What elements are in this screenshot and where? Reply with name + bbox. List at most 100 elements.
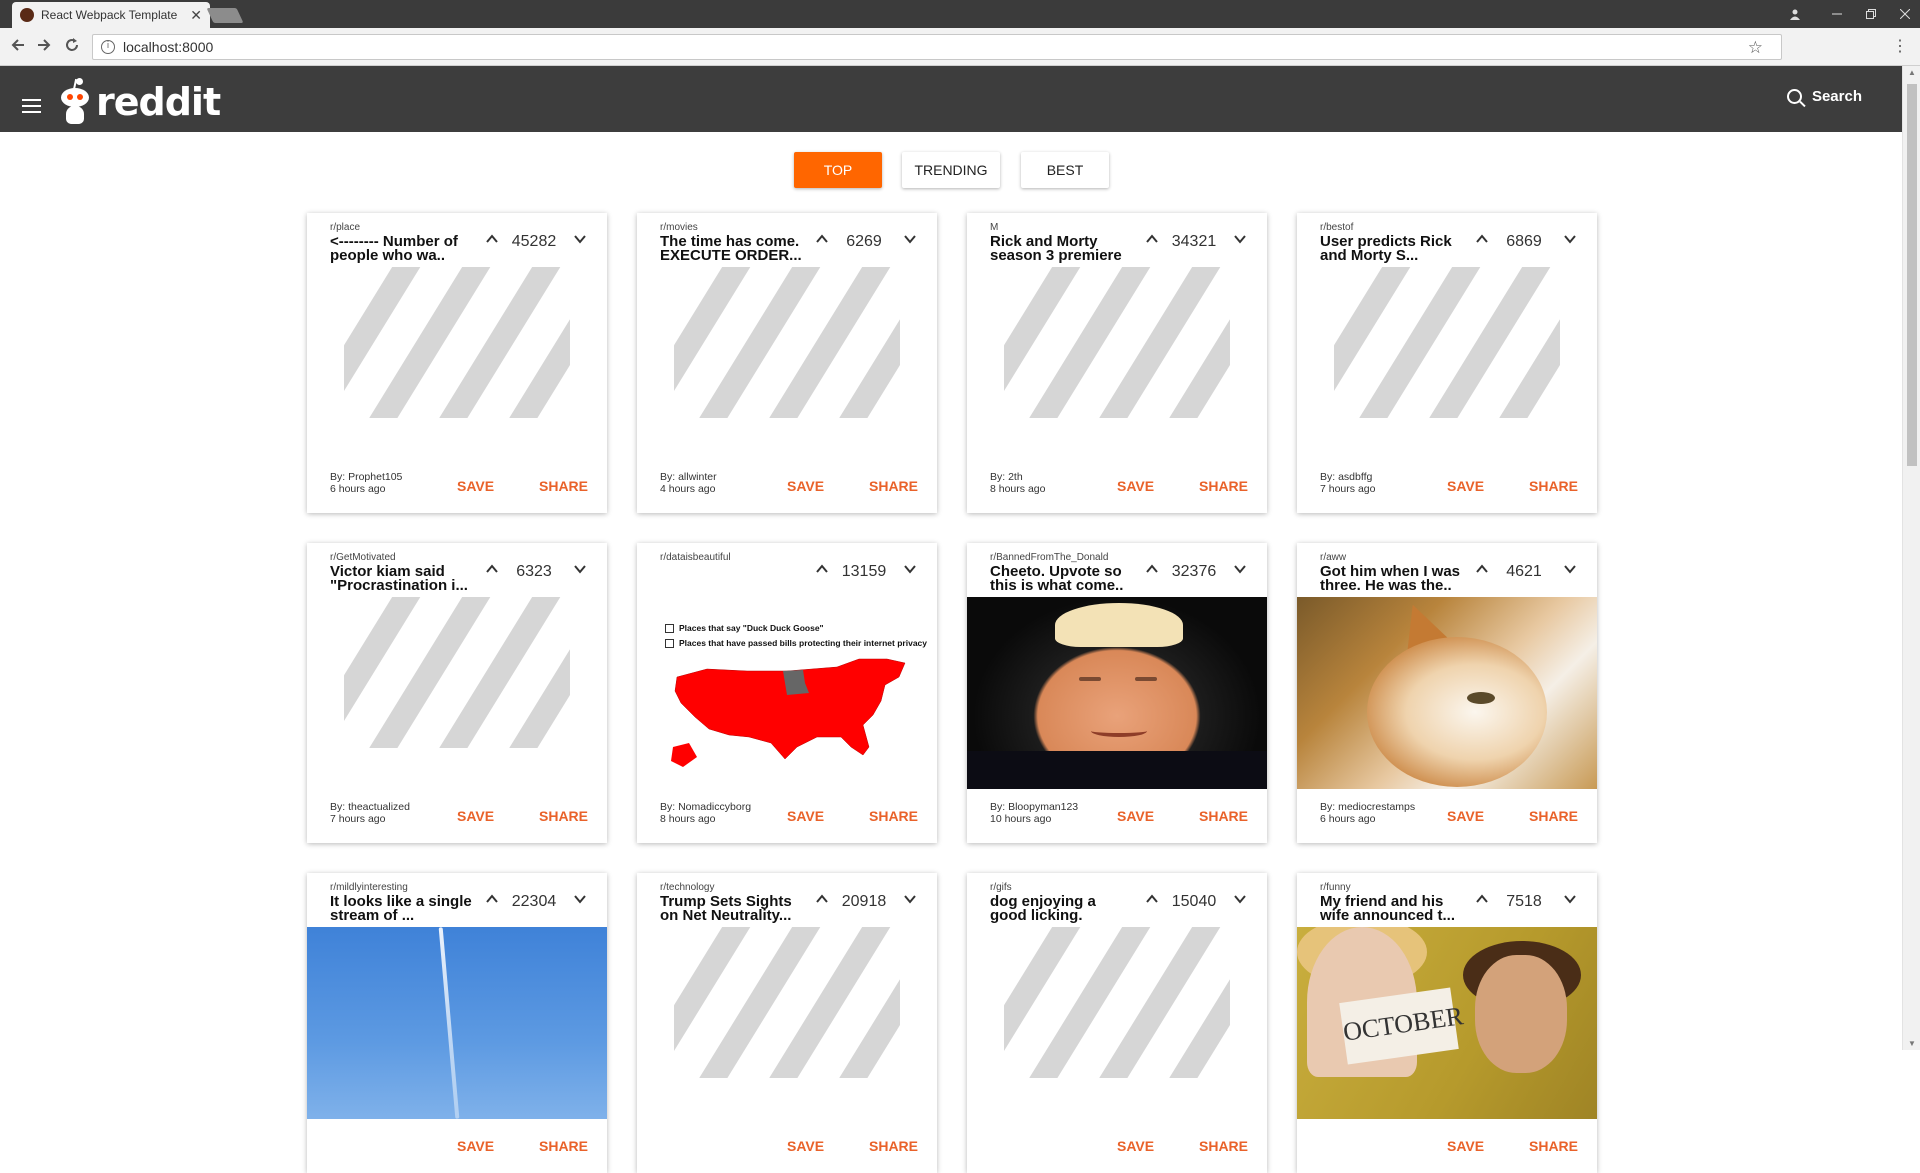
bookmark-star-icon[interactable]: ☆: [1748, 38, 1763, 58]
post-media[interactable]: [1297, 597, 1597, 789]
post-media[interactable]: Places that say "Duck Duck Goose" Places …: [637, 597, 937, 789]
post-media[interactable]: [967, 927, 1267, 1119]
downvote-icon[interactable]: [1563, 562, 1577, 576]
post-subreddit[interactable]: r/technology: [660, 882, 714, 893]
post-media[interactable]: [637, 927, 937, 1119]
save-button[interactable]: SAVE: [1447, 808, 1484, 824]
save-button[interactable]: SAVE: [457, 478, 494, 494]
close-window-icon[interactable]: [1884, 0, 1920, 28]
share-button[interactable]: SHARE: [539, 478, 588, 494]
page-scrollbar[interactable]: ▲ ▼: [1902, 66, 1920, 1050]
downvote-icon[interactable]: [1233, 562, 1247, 576]
post-subreddit[interactable]: r/BannedFromThe_Donald: [990, 552, 1108, 563]
post-title[interactable]: Trump Sets Sights on Net Neutrality...: [660, 894, 805, 923]
scroll-down-icon[interactable]: ▼: [1903, 1039, 1920, 1048]
filter-top-button[interactable]: TOP: [794, 152, 882, 188]
downvote-icon[interactable]: [1233, 232, 1247, 246]
post-card[interactable]: r/place <-------- Number of people who wa…: [307, 213, 607, 513]
post-title[interactable]: dog enjoying a good licking.: [990, 894, 1135, 923]
upvote-icon[interactable]: [485, 562, 499, 576]
downvote-icon[interactable]: [903, 232, 917, 246]
post-subreddit[interactable]: r/place: [330, 222, 360, 233]
save-button[interactable]: SAVE: [787, 478, 824, 494]
save-button[interactable]: SAVE: [1117, 1138, 1154, 1154]
post-title[interactable]: My friend and his wife announced t...: [1320, 894, 1465, 923]
share-button[interactable]: SHARE: [1529, 1138, 1578, 1154]
post-title[interactable]: It looks like a single stream of ...: [330, 894, 475, 923]
post-card[interactable]: r/movies The time has come. EXECUTE ORDER…: [637, 213, 937, 513]
upvote-icon[interactable]: [485, 232, 499, 246]
save-button[interactable]: SAVE: [1117, 478, 1154, 494]
upvote-icon[interactable]: [815, 892, 829, 906]
info-icon[interactable]: i: [101, 40, 115, 54]
save-button[interactable]: SAVE: [787, 808, 824, 824]
scroll-up-icon[interactable]: ▲: [1903, 68, 1920, 77]
upvote-icon[interactable]: [815, 562, 829, 576]
post-subreddit[interactable]: r/movies: [660, 222, 698, 233]
post-subreddit[interactable]: r/aww: [1320, 552, 1346, 563]
post-card[interactable]: r/BannedFromThe_Donald Cheeto. Upvote so …: [967, 543, 1267, 843]
share-button[interactable]: SHARE: [1199, 478, 1248, 494]
back-icon[interactable]: [8, 37, 28, 57]
post-subreddit[interactable]: M: [990, 222, 998, 233]
post-card[interactable]: M Rick and Morty season 3 premiere 34321 By…: [967, 213, 1267, 513]
filter-trending-button[interactable]: TRENDING: [902, 152, 1000, 188]
post-subreddit[interactable]: r/funny: [1320, 882, 1351, 893]
post-media[interactable]: [307, 927, 607, 1119]
post-media[interactable]: OCTOBER: [1297, 927, 1597, 1119]
post-card[interactable]: r/gifs dog enjoying a good licking. 15040 S…: [967, 873, 1267, 1173]
post-card[interactable]: r/mildlyinteresting It looks like a singl…: [307, 873, 607, 1173]
upvote-icon[interactable]: [485, 892, 499, 906]
upvote-icon[interactable]: [1475, 232, 1489, 246]
upvote-icon[interactable]: [1145, 232, 1159, 246]
scrollbar-thumb[interactable]: [1907, 84, 1917, 466]
new-tab-button[interactable]: [206, 8, 244, 23]
downvote-icon[interactable]: [573, 232, 587, 246]
upvote-icon[interactable]: [815, 232, 829, 246]
post-subreddit[interactable]: r/mildlyinteresting: [330, 882, 408, 893]
downvote-icon[interactable]: [903, 562, 917, 576]
share-button[interactable]: SHARE: [539, 1138, 588, 1154]
save-button[interactable]: SAVE: [1447, 1138, 1484, 1154]
browser-menu-icon[interactable]: ⋮: [1890, 37, 1910, 57]
post-title[interactable]: <-------- Number of people who wa..: [330, 234, 475, 263]
profile-icon[interactable]: [1774, 0, 1816, 28]
post-title[interactable]: Got him when I was three. He was the..: [1320, 564, 1465, 593]
save-button[interactable]: SAVE: [787, 1138, 824, 1154]
save-button[interactable]: SAVE: [457, 808, 494, 824]
post-media[interactable]: [637, 267, 937, 459]
share-button[interactable]: SHARE: [1199, 1138, 1248, 1154]
downvote-icon[interactable]: [1563, 232, 1577, 246]
post-card[interactable]: r/bestof User predicts Rick and Morty S..…: [1297, 213, 1597, 513]
close-tab-icon[interactable]: ✕: [190, 7, 202, 24]
post-card[interactable]: OCTOBER r/funny My friend and his wife ann…: [1297, 873, 1597, 1173]
upvote-icon[interactable]: [1475, 562, 1489, 576]
upvote-icon[interactable]: [1145, 892, 1159, 906]
share-button[interactable]: SHARE: [869, 1138, 918, 1154]
post-media[interactable]: [307, 267, 607, 459]
share-button[interactable]: SHARE: [1529, 808, 1578, 824]
downvote-icon[interactable]: [573, 562, 587, 576]
downvote-icon[interactable]: [1563, 892, 1577, 906]
downvote-icon[interactable]: [1233, 892, 1247, 906]
browser-tab[interactable]: React Webpack Template ✕: [12, 2, 210, 28]
post-media[interactable]: [307, 597, 607, 789]
post-title[interactable]: Rick and Morty season 3 premiere: [990, 234, 1135, 263]
filter-best-button[interactable]: BEST: [1021, 152, 1109, 188]
menu-icon[interactable]: [22, 99, 41, 117]
save-button[interactable]: SAVE: [1447, 478, 1484, 494]
post-title[interactable]: User predicts Rick and Morty S...: [1320, 234, 1465, 263]
post-subreddit[interactable]: r/bestof: [1320, 222, 1353, 233]
post-card[interactable]: r/technology Trump Sets Sights on Net Neu…: [637, 873, 937, 1173]
post-subreddit[interactable]: r/gifs: [990, 882, 1012, 893]
share-button[interactable]: SHARE: [1199, 808, 1248, 824]
forward-icon[interactable]: [34, 37, 54, 57]
post-card[interactable]: Places that say "Duck Duck Goose" Places …: [637, 543, 937, 843]
post-media[interactable]: [967, 597, 1267, 789]
save-button[interactable]: SAVE: [457, 1138, 494, 1154]
post-card[interactable]: r/GetMotivated Victor kiam said "Procrast…: [307, 543, 607, 843]
post-media[interactable]: [967, 267, 1267, 459]
share-button[interactable]: SHARE: [1529, 478, 1578, 494]
search-button[interactable]: Search: [1786, 88, 1862, 105]
save-button[interactable]: SAVE: [1117, 808, 1154, 824]
